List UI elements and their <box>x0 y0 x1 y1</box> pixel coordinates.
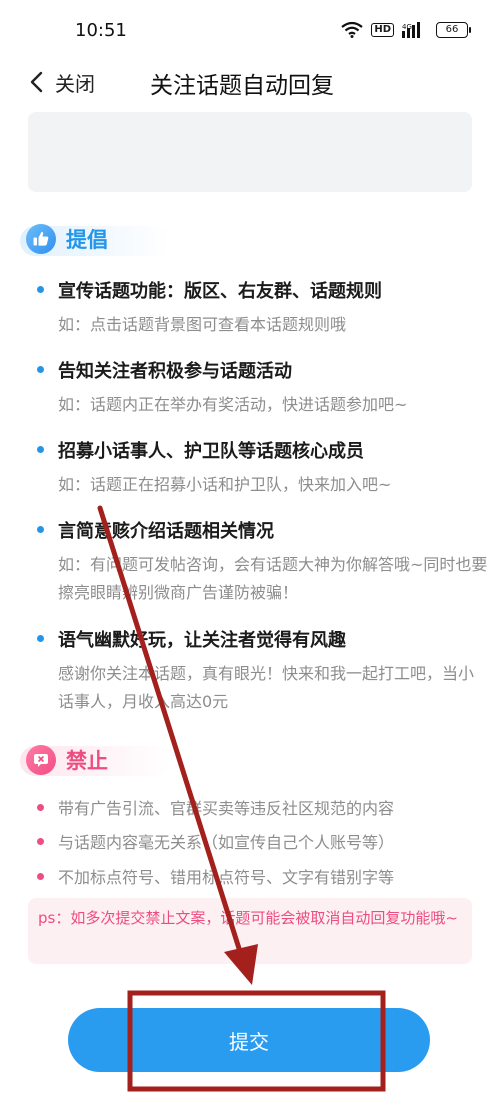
bullet-dot <box>37 838 44 845</box>
battery-icon: 66 <box>436 22 471 38</box>
thumbs-up-icon <box>26 224 56 254</box>
rule-text: 与话题内容毫无关系（如宣传自己个人账号等） <box>58 833 395 852</box>
bullet-dot <box>37 526 44 533</box>
submit-button[interactable]: 提交 <box>68 1008 430 1072</box>
tip-title: 招募小话事人、护卫队等话题核心成员 <box>58 441 364 462</box>
forbid-header: 禁止 <box>26 743 108 777</box>
bullet-dot <box>37 366 44 373</box>
tip-title: 言简意赅介绍话题相关情况 <box>58 521 274 542</box>
rule-item: 与话题内容毫无关系（如宣传自己个人账号等） <box>0 829 500 859</box>
tip-example: 如：话题正在招募小话和护卫队，快来加入吧~ <box>58 475 392 494</box>
status-bar: 10:51 HD 4G 66 <box>0 0 500 62</box>
bullet-dot <box>37 446 44 453</box>
nav-bar: 关闭 关注话题自动回复 <box>0 62 500 102</box>
advocate-title: 提倡 <box>66 228 108 252</box>
rule-text: 不加标点符号、错用标点符号、文字有错别字等 <box>58 868 395 887</box>
ps-note-text: ps：如多次提交禁止文案，话题可能会被取消自动回复功能哦~ <box>38 909 458 927</box>
bullet-dot <box>37 804 44 811</box>
wifi-icon <box>341 22 364 38</box>
ps-note: ps：如多次提交禁止文案，话题可能会被取消自动回复功能哦~ <box>28 898 472 964</box>
reply-input[interactable] <box>28 112 472 192</box>
hd-icon: HD <box>371 23 394 37</box>
close-button[interactable]: 关闭 <box>55 68 95 97</box>
forbidden-icon <box>26 745 56 775</box>
tip-example: 如：点击话题背景图可查看本话题规则哦 <box>58 315 347 334</box>
status-time: 10:51 <box>75 20 127 41</box>
rule-item: 带有广告引流、官群买卖等违反社区规范的内容 <box>0 795 500 825</box>
tip-example: 感谢你关注本话题，真有眼光！快来和我一起打工吧，当小话事人，月收入高达0元 <box>58 664 475 711</box>
tip-title: 宣传话题功能：版区、右友群、话题规则 <box>58 281 382 302</box>
chevron-left-icon[interactable] <box>26 70 48 94</box>
tip-example: 如：话题内正在举办有奖活动，快进话题参加吧~ <box>58 395 408 414</box>
bullet-dot <box>37 873 44 880</box>
tip-example: 如：有问题可发帖咨询，会有话题大神为你解答哦~同时也要擦亮眼睛辨别微商广告谨防被… <box>58 555 488 602</box>
signal-tag: 4G <box>402 23 412 31</box>
signal-icon: 4G <box>402 22 428 38</box>
tip-title: 语气幽默好玩，让关注者觉得有风趣 <box>58 630 346 651</box>
forbid-title: 禁止 <box>66 749 108 773</box>
bullet-dot <box>37 635 44 642</box>
bullet-dot <box>37 286 44 293</box>
tip-title: 告知关注者积极参与话题活动 <box>58 361 292 382</box>
status-icons: HD 4G 66 <box>341 22 471 38</box>
page-title: 关注话题自动回复 <box>150 73 334 99</box>
advocate-header: 提倡 <box>26 222 108 256</box>
rule-text: 带有广告引流、官群买卖等违反社区规范的内容 <box>58 799 395 818</box>
rule-item: 不加标点符号、错用标点符号、文字有错别字等 <box>0 864 500 894</box>
